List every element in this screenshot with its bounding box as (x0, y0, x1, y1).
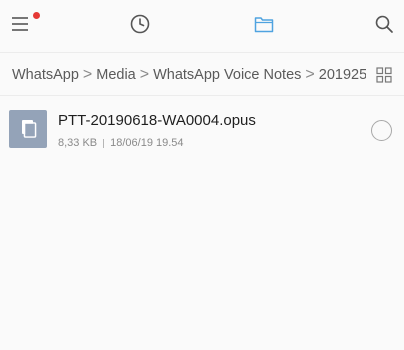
file-manager-screen: WhatsApp > Media > WhatsApp Voice Notes … (0, 0, 404, 350)
breadcrumb-path: WhatsApp > Media > WhatsApp Voice Notes … (12, 53, 366, 97)
breadcrumb-separator: > (82, 66, 93, 83)
file-date: 18/06/19 19.54 (110, 137, 184, 149)
file-size: 8,33 KB (58, 137, 98, 149)
file-thumbnail (9, 110, 47, 148)
breadcrumb-item-media[interactable]: Media (96, 67, 136, 83)
recent-clock-icon[interactable] (128, 12, 152, 36)
file-list-item[interactable]: PTT-20190618-WA0004.opus 8,33 KB 18/06/1… (0, 102, 404, 158)
file-meta: 8,33 KB 18/06/19 19.54 (58, 137, 184, 149)
meta-divider (103, 138, 105, 148)
search-icon[interactable] (372, 12, 396, 36)
folder-icon[interactable] (252, 12, 276, 36)
breadcrumb-item-201925[interactable]: 201925 (319, 67, 366, 83)
select-checkbox[interactable] (371, 120, 392, 141)
breadcrumb: WhatsApp > Media > WhatsApp Voice Notes … (0, 52, 404, 96)
breadcrumb-item-whatsapp[interactable]: WhatsApp (12, 67, 79, 83)
menu-icon[interactable] (8, 12, 32, 36)
breadcrumb-separator: > (305, 66, 315, 83)
file-name: PTT-20190618-WA0004.opus (58, 112, 256, 129)
breadcrumb-item-voice-notes[interactable]: WhatsApp Voice Notes (153, 67, 301, 83)
breadcrumb-separator: > (139, 66, 150, 83)
grid-view-icon[interactable] (374, 65, 394, 85)
document-icon (22, 120, 37, 138)
notification-dot (33, 12, 40, 19)
top-toolbar (0, 0, 404, 50)
